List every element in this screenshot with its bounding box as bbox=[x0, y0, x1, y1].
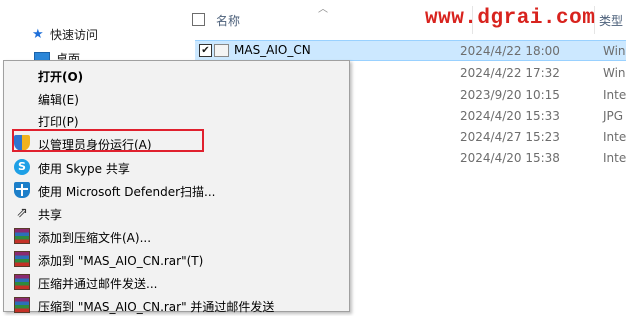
context-menu: 打开(O) 编辑(E) 打印(P) 以管理员身份运行(A) S 使用 Skype… bbox=[3, 60, 350, 314]
file-type: JPG bbox=[603, 109, 624, 123]
share-icon: ⇗ bbox=[16, 205, 28, 221]
file-date: 2024/4/27 15:23 bbox=[460, 130, 560, 144]
menu-item-label: 打印(P) bbox=[38, 115, 79, 129]
menu-item-defender-scan[interactable]: 使用 Microsoft Defender扫描... bbox=[5, 179, 348, 201]
winrar-icon bbox=[14, 274, 30, 290]
file-date: 2024/4/22 17:32 bbox=[460, 66, 560, 80]
file-icon bbox=[214, 44, 229, 57]
menu-item-add-to-archive[interactable]: 添加到压缩文件(A)... bbox=[5, 225, 348, 247]
row-checkbox[interactable]: ✔ bbox=[199, 44, 212, 57]
select-all-checkbox[interactable] bbox=[192, 13, 205, 26]
menu-item-edit[interactable]: 编辑(E) bbox=[5, 87, 348, 109]
file-name: MAS_AIO_CN bbox=[234, 43, 311, 57]
file-date: 2024/4/20 15:33 bbox=[460, 109, 560, 123]
file-date: 2023/9/20 10:15 bbox=[460, 88, 560, 102]
menu-item-label: 使用 Skype 共享 bbox=[38, 162, 130, 176]
watermark-text: www.dgrai.com bbox=[425, 7, 596, 30]
winrar-icon bbox=[14, 297, 30, 313]
menu-item-compress-email[interactable]: 压缩并通过邮件发送... bbox=[5, 271, 348, 293]
file-type: Inte bbox=[603, 151, 626, 165]
skype-icon: S bbox=[14, 159, 30, 175]
nav-item-quick-access[interactable]: ★ 快速访问 bbox=[32, 24, 98, 44]
file-type: Win bbox=[603, 66, 626, 80]
winrar-icon bbox=[14, 251, 30, 267]
file-type: Inte bbox=[603, 88, 626, 102]
winrar-icon bbox=[14, 228, 30, 244]
chevron-up-icon: ︿ bbox=[318, 4, 328, 15]
column-name-header[interactable]: 名称 bbox=[216, 12, 240, 29]
menu-item-label: 添加到 "MAS_AIO_CN.rar"(T) bbox=[38, 254, 204, 268]
menu-item-print[interactable]: 打印(P) bbox=[5, 109, 348, 131]
menu-item-open[interactable]: 打开(O) bbox=[5, 64, 348, 86]
defender-icon bbox=[14, 182, 30, 198]
file-type: Win bbox=[603, 44, 626, 58]
menu-item-label: 添加到压缩文件(A)... bbox=[38, 231, 152, 245]
column-type-header[interactable]: 类型 bbox=[599, 12, 623, 29]
menu-item-label: 使用 Microsoft Defender扫描... bbox=[38, 185, 216, 199]
menu-item-label: 打开(O) bbox=[38, 70, 84, 84]
menu-item-share[interactable]: ⇗ 共享 bbox=[5, 202, 348, 224]
menu-item-label: 编辑(E) bbox=[38, 93, 79, 107]
file-date: 2024/4/22 18:00 bbox=[460, 44, 560, 58]
file-row[interactable]: ✔ MAS_AIO_CN 2024/4/22 18:00 Win bbox=[195, 40, 626, 61]
menu-item-label: 共享 bbox=[38, 208, 63, 222]
menu-item-label: 压缩并通过邮件发送... bbox=[38, 277, 158, 291]
highlight-box bbox=[12, 129, 204, 152]
menu-item-skype-share[interactable]: S 使用 Skype 共享 bbox=[5, 156, 348, 178]
menu-item-add-to-rar[interactable]: 添加到 "MAS_AIO_CN.rar"(T) bbox=[5, 248, 348, 270]
file-type: Inte bbox=[603, 130, 626, 144]
menu-item-compress-rar-email[interactable]: 压缩到 "MAS_AIO_CN.rar" 并通过邮件发送 bbox=[5, 294, 348, 316]
star-icon: ★ bbox=[32, 26, 44, 42]
menu-item-label: 压缩到 "MAS_AIO_CN.rar" 并通过邮件发送 bbox=[38, 300, 275, 314]
nav-item-label: 快速访问 bbox=[50, 27, 99, 42]
file-date: 2024/4/20 15:38 bbox=[460, 151, 560, 165]
